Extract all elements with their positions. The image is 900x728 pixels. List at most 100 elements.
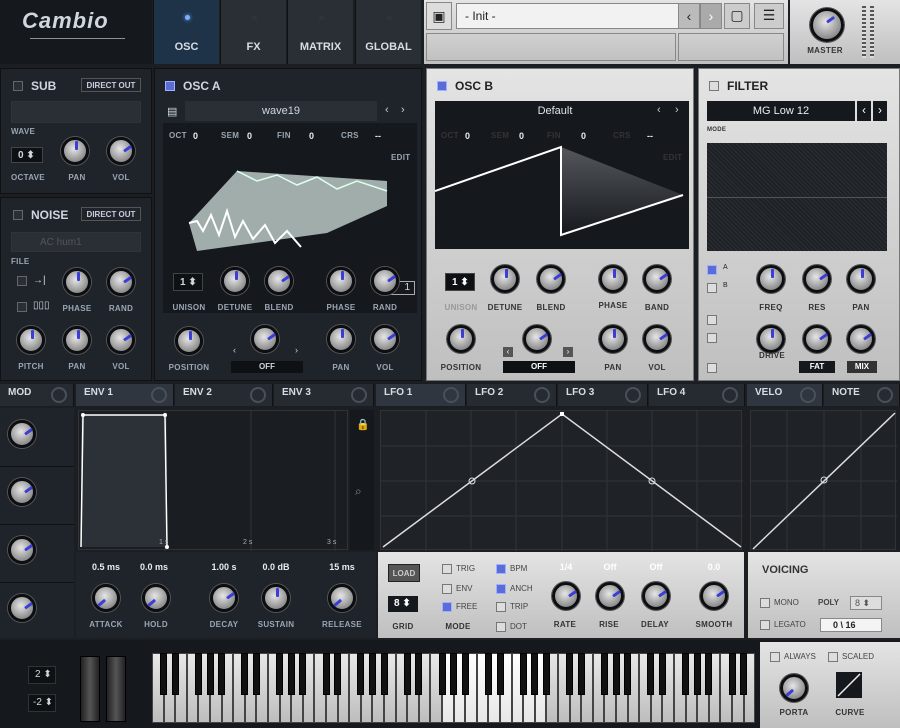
black-key[interactable] <box>252 653 260 695</box>
black-key[interactable] <box>647 653 655 695</box>
prev-filter-icon[interactable]: ‹ <box>857 101 871 121</box>
sub-direct-out-button[interactable]: DIRECT OUT <box>81 78 141 92</box>
pitch-wheel[interactable] <box>80 656 100 722</box>
lfo-bpm-check[interactable] <box>496 564 506 574</box>
next-filter-icon[interactable]: › <box>873 101 887 121</box>
next-wave-icon[interactable]: › <box>401 104 405 116</box>
black-key[interactable] <box>380 653 388 695</box>
lfo-anch-check[interactable] <box>496 584 506 594</box>
filter-pan-knob[interactable] <box>847 265 875 293</box>
black-key[interactable] <box>171 653 179 695</box>
noise-pan-knob[interactable] <box>63 326 91 354</box>
lfo-editor[interactable] <box>380 410 743 551</box>
osc-a-wave-select[interactable]: wave19 <box>185 101 377 121</box>
lfo-load-button[interactable]: LOAD <box>388 564 420 582</box>
filter-freq-knob[interactable] <box>757 265 785 293</box>
black-key[interactable] <box>682 653 690 695</box>
black-key[interactable] <box>160 653 168 695</box>
black-key[interactable] <box>519 653 527 695</box>
scaled-check[interactable] <box>828 652 838 662</box>
osc-a-toggle[interactable] <box>165 81 175 91</box>
tab-note[interactable]: NOTE <box>824 384 900 406</box>
next-mode-icon[interactable]: › <box>563 347 573 357</box>
black-key[interactable] <box>740 653 748 695</box>
lfo-dot-check[interactable] <box>496 622 506 632</box>
black-key[interactable] <box>624 653 632 695</box>
noise-pitch-knob[interactable] <box>17 326 45 354</box>
next-preset-icon[interactable]: › <box>700 3 722 29</box>
sub-pan-knob[interactable] <box>61 137 89 165</box>
mono-check[interactable] <box>760 598 770 608</box>
osc-b-detune-knob[interactable] <box>491 265 519 293</box>
env-editor[interactable]: 1 s 2 s 3 s <box>78 410 348 551</box>
tab-env-3[interactable]: ENV 3 <box>274 384 374 406</box>
black-key[interactable] <box>276 653 284 695</box>
noise-vol-knob[interactable] <box>107 326 135 354</box>
osc-a-unison-stepper[interactable]: 1 ⬍ <box>173 273 203 291</box>
env-attack-knob[interactable] <box>92 584 120 612</box>
black-key[interactable] <box>566 653 574 695</box>
black-key[interactable] <box>612 653 620 695</box>
legato-check[interactable] <box>760 620 770 630</box>
save-icon[interactable]: ▤ <box>167 105 177 118</box>
black-key[interactable] <box>600 653 608 695</box>
black-key[interactable] <box>531 653 539 695</box>
prev-preset-icon[interactable]: ‹ <box>678 3 700 29</box>
black-key[interactable] <box>368 653 376 695</box>
osc-b-mode-knob[interactable] <box>523 325 551 353</box>
osc-b-position-knob[interactable] <box>447 325 475 353</box>
osc-b-vol-knob[interactable] <box>643 325 671 353</box>
sub-wave-display[interactable] <box>11 101 141 123</box>
osc-a-phase-knob[interactable] <box>327 267 355 295</box>
mod-knob-3[interactable] <box>8 536 36 564</box>
tab-lfo-2[interactable]: LFO 2 <box>467 384 557 406</box>
black-key[interactable] <box>415 653 423 695</box>
osc-b-pan-knob[interactable] <box>599 325 627 353</box>
filter-route-bars[interactable] <box>707 363 717 373</box>
black-key[interactable] <box>322 653 330 695</box>
master-knob[interactable] <box>810 8 844 42</box>
curve-display[interactable] <box>836 672 862 698</box>
lfo-trig-check[interactable] <box>442 564 452 574</box>
filter-type-select[interactable]: MG Low 12 <box>707 101 855 121</box>
black-key[interactable] <box>461 653 469 695</box>
mod-knob-2[interactable] <box>8 478 36 506</box>
noise-option-2[interactable] <box>17 302 27 312</box>
tab-global[interactable]: GLOBAL <box>355 0 421 64</box>
filter-fat-button[interactable]: FAT <box>799 361 835 373</box>
black-key[interactable] <box>403 653 411 695</box>
osc-a-mode-value[interactable]: OFF <box>231 361 303 373</box>
osc-a-rand-knob[interactable] <box>371 267 399 295</box>
lock-icon[interactable]: 🔒 <box>356 418 370 431</box>
black-key[interactable] <box>206 653 214 695</box>
noise-direct-out-button[interactable]: DIRECT OUT <box>81 207 141 221</box>
black-key[interactable] <box>484 653 492 695</box>
sub-toggle[interactable] <box>13 81 23 91</box>
filter-route-n[interactable] <box>707 315 717 325</box>
noise-toggle[interactable] <box>13 210 23 220</box>
tab-matrix[interactable]: MATRIX <box>287 0 353 64</box>
pitch-bend-down-stepper[interactable]: -2 ⬍ <box>28 694 56 712</box>
osc-a-pan-knob[interactable] <box>327 325 355 353</box>
porta-knob[interactable] <box>780 674 808 702</box>
black-key[interactable] <box>496 653 504 695</box>
black-key[interactable] <box>438 653 446 695</box>
black-key[interactable] <box>299 653 307 695</box>
preset-select[interactable]: - Init -⌄ <box>456 3 698 29</box>
filter-route-s[interactable] <box>707 333 717 343</box>
save-icon[interactable]: ▣ <box>426 2 452 30</box>
poly-stepper[interactable]: 8 ⬍ <box>850 596 882 610</box>
osc-a-detune-knob[interactable] <box>221 267 249 295</box>
black-key[interactable] <box>542 653 550 695</box>
lfo-env-check[interactable] <box>442 584 452 594</box>
black-key[interactable] <box>577 653 585 695</box>
black-key[interactable] <box>194 653 202 695</box>
prev-wave-icon[interactable]: ‹ <box>385 104 389 116</box>
lfo-smooth-knob[interactable] <box>700 582 728 610</box>
prev-mode-icon[interactable]: ‹ <box>503 347 513 357</box>
black-key[interactable] <box>241 653 249 695</box>
sub-octave-stepper[interactable]: 0 ⬍ <box>11 147 43 163</box>
tab-lfo-1[interactable]: LFO 1 <box>376 384 466 406</box>
lfo-rate-knob[interactable] <box>552 582 580 610</box>
black-key[interactable] <box>693 653 701 695</box>
